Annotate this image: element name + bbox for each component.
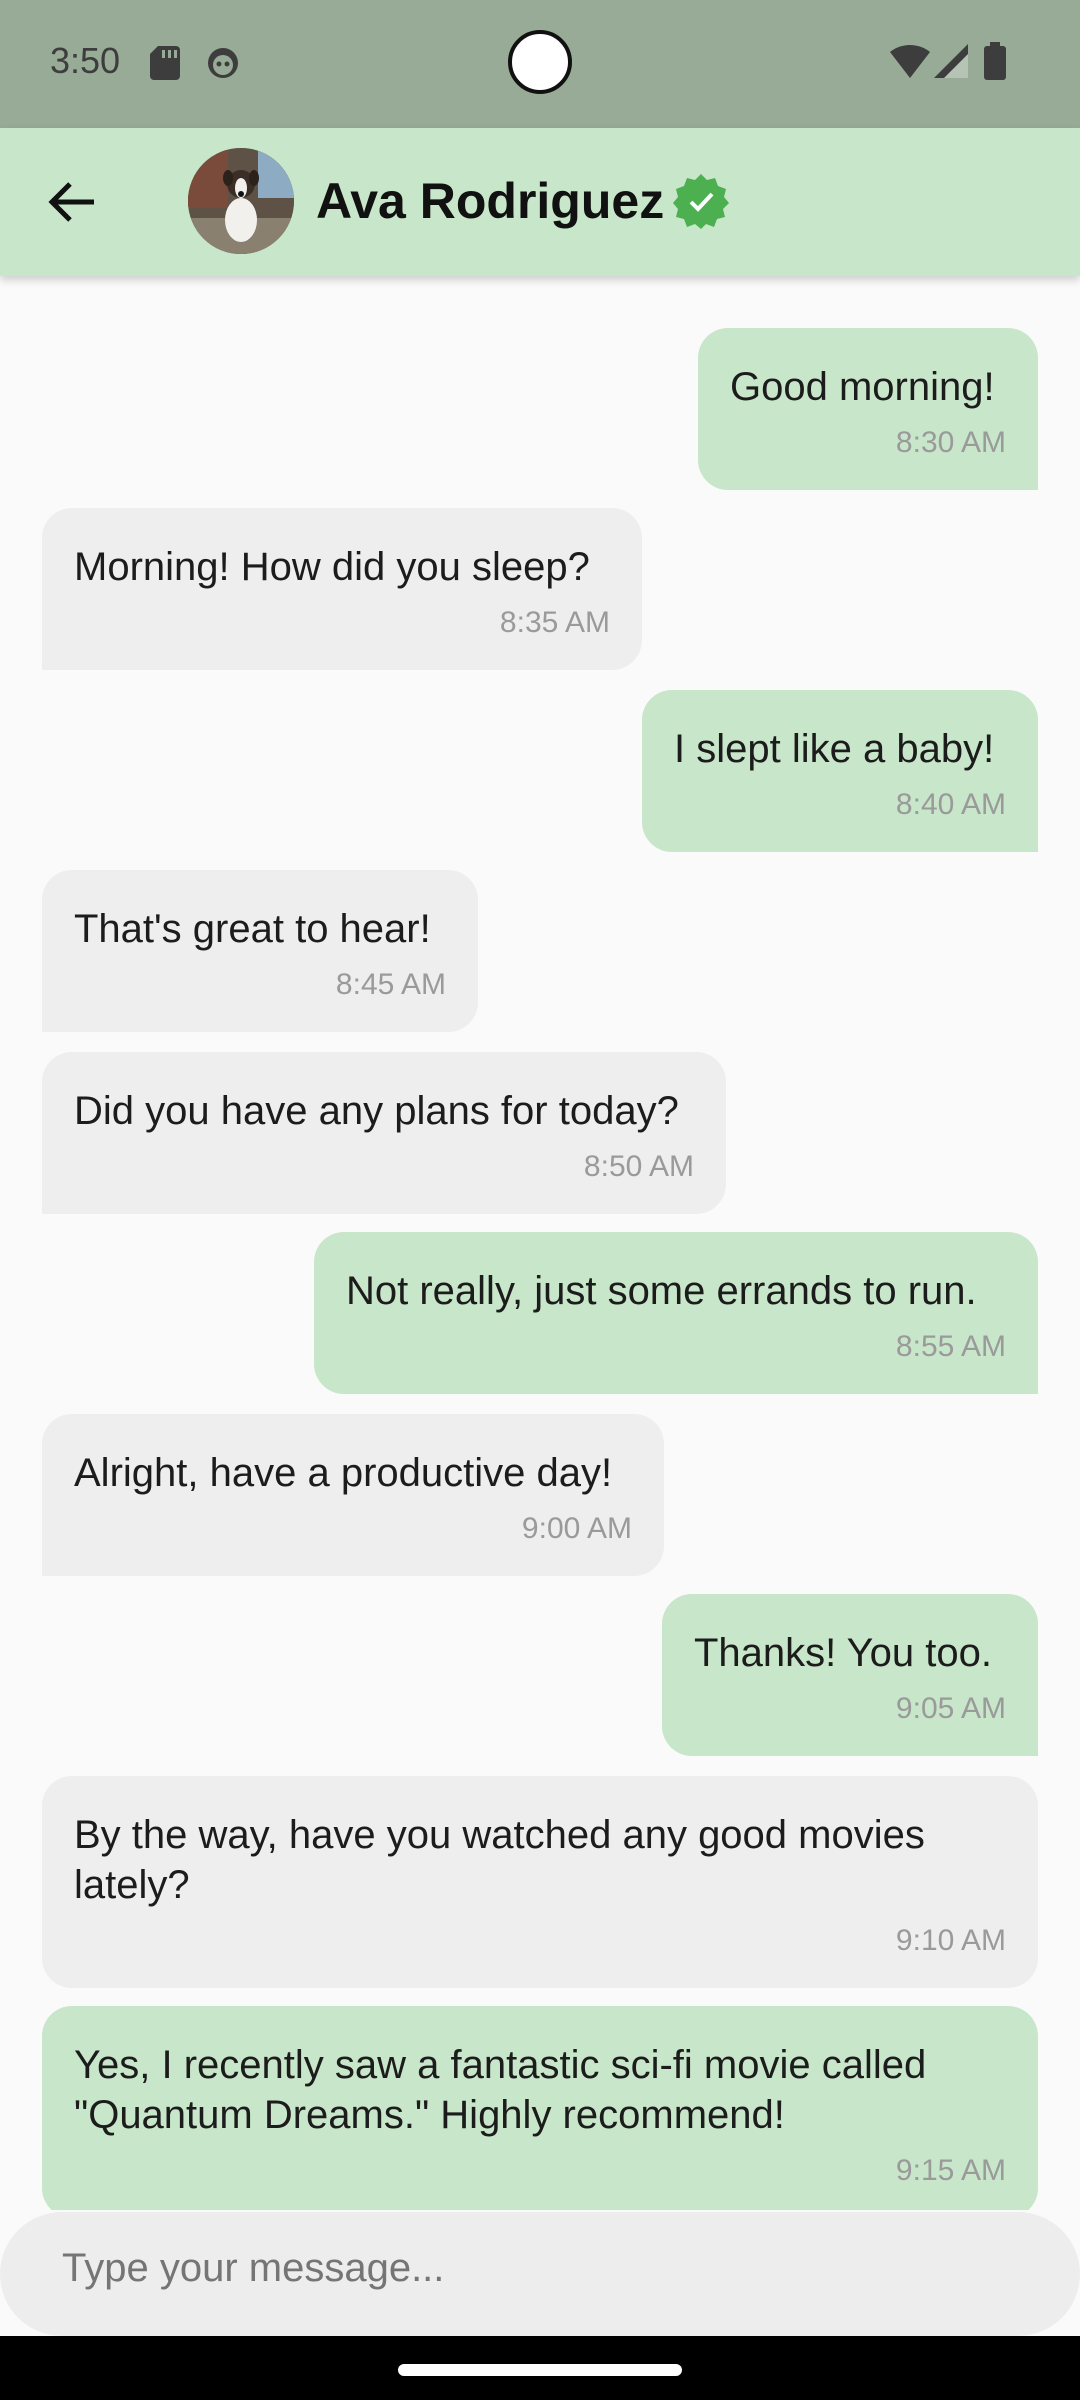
system-nav-bar [0,2336,1080,2400]
message-time: 8:40 AM [895,788,1006,821]
message-time: 8:50 AM [583,1150,694,1183]
message-time: 8:45 AM [335,968,446,1001]
message-bubble-outgoing[interactable]: Yes, I recently saw a fantastic sci-fi m… [42,2006,1038,2210]
wifi-icon [890,44,930,78]
message-bubble-incoming[interactable]: That's great to hear! 8:45 AM [42,870,478,1032]
sd-card-icon [150,46,180,80]
home-indicator[interactable] [398,2364,682,2376]
chat-screen: 3:50 Ava Rodriguez Good morning! 8:30 AM… [0,0,1080,2400]
message-text: By the way, have you watched any good mo… [74,1813,925,1907]
message-bubble-outgoing[interactable]: I slept like a baby! 8:40 AM [642,690,1038,852]
message-text: That's great to hear! [74,907,431,951]
message-time: 8:35 AM [499,606,610,639]
message-text: Yes, I recently saw a fantastic sci-fi m… [74,2043,927,2137]
message-time: 9:00 AM [521,1512,632,1545]
message-input[interactable] [62,2246,962,2291]
message-text: Not really, just some errands to run. [346,1269,977,1313]
camera-cutout [508,30,572,94]
chat-header: Ava Rodriguez [0,128,1080,276]
arrow-back-icon[interactable] [40,170,104,234]
message-text: Thanks! You too. [694,1631,993,1675]
status-time: 3:50 [50,40,121,81]
message-text: Did you have any plans for today? [74,1089,679,1133]
message-text: Good morning! [730,365,995,409]
message-bubble-incoming[interactable]: Alright, have a productive day! 9:00 AM [42,1414,664,1576]
verified-badge-icon [673,174,729,229]
message-composer[interactable] [0,2212,1080,2336]
message-text: Morning! How did you sleep? [74,545,590,589]
message-time: 9:15 AM [895,2154,1006,2187]
battery-icon [984,42,1006,80]
message-time: 8:30 AM [895,426,1006,459]
message-bubble-incoming[interactable]: By the way, have you watched any good mo… [42,1776,1038,1988]
avatar[interactable] [188,148,294,254]
message-time: 8:55 AM [895,1330,1006,1363]
contact-name[interactable]: Ava Rodriguez [316,172,664,230]
dog-photo [188,148,294,254]
notification-face-icon [208,48,238,78]
message-bubble-outgoing[interactable]: Thanks! You too. 9:05 AM [662,1594,1038,1756]
signal-icon [934,44,968,78]
message-time: 9:05 AM [895,1692,1006,1725]
message-bubble-outgoing[interactable]: Not really, just some errands to run. 8:… [314,1232,1038,1394]
message-bubble-outgoing[interactable]: Good morning! 8:30 AM [698,328,1038,490]
message-text: Alright, have a productive day! [74,1451,613,1495]
message-list[interactable]: Good morning! 8:30 AM Morning! How did y… [0,276,1080,2210]
status-bar: 3:50 [0,0,1080,128]
message-text: I slept like a baby! [674,727,995,771]
message-bubble-incoming[interactable]: Morning! How did you sleep? 8:35 AM [42,508,642,670]
message-time: 9:10 AM [895,1924,1006,1957]
message-bubble-incoming[interactable]: Did you have any plans for today? 8:50 A… [42,1052,726,1214]
